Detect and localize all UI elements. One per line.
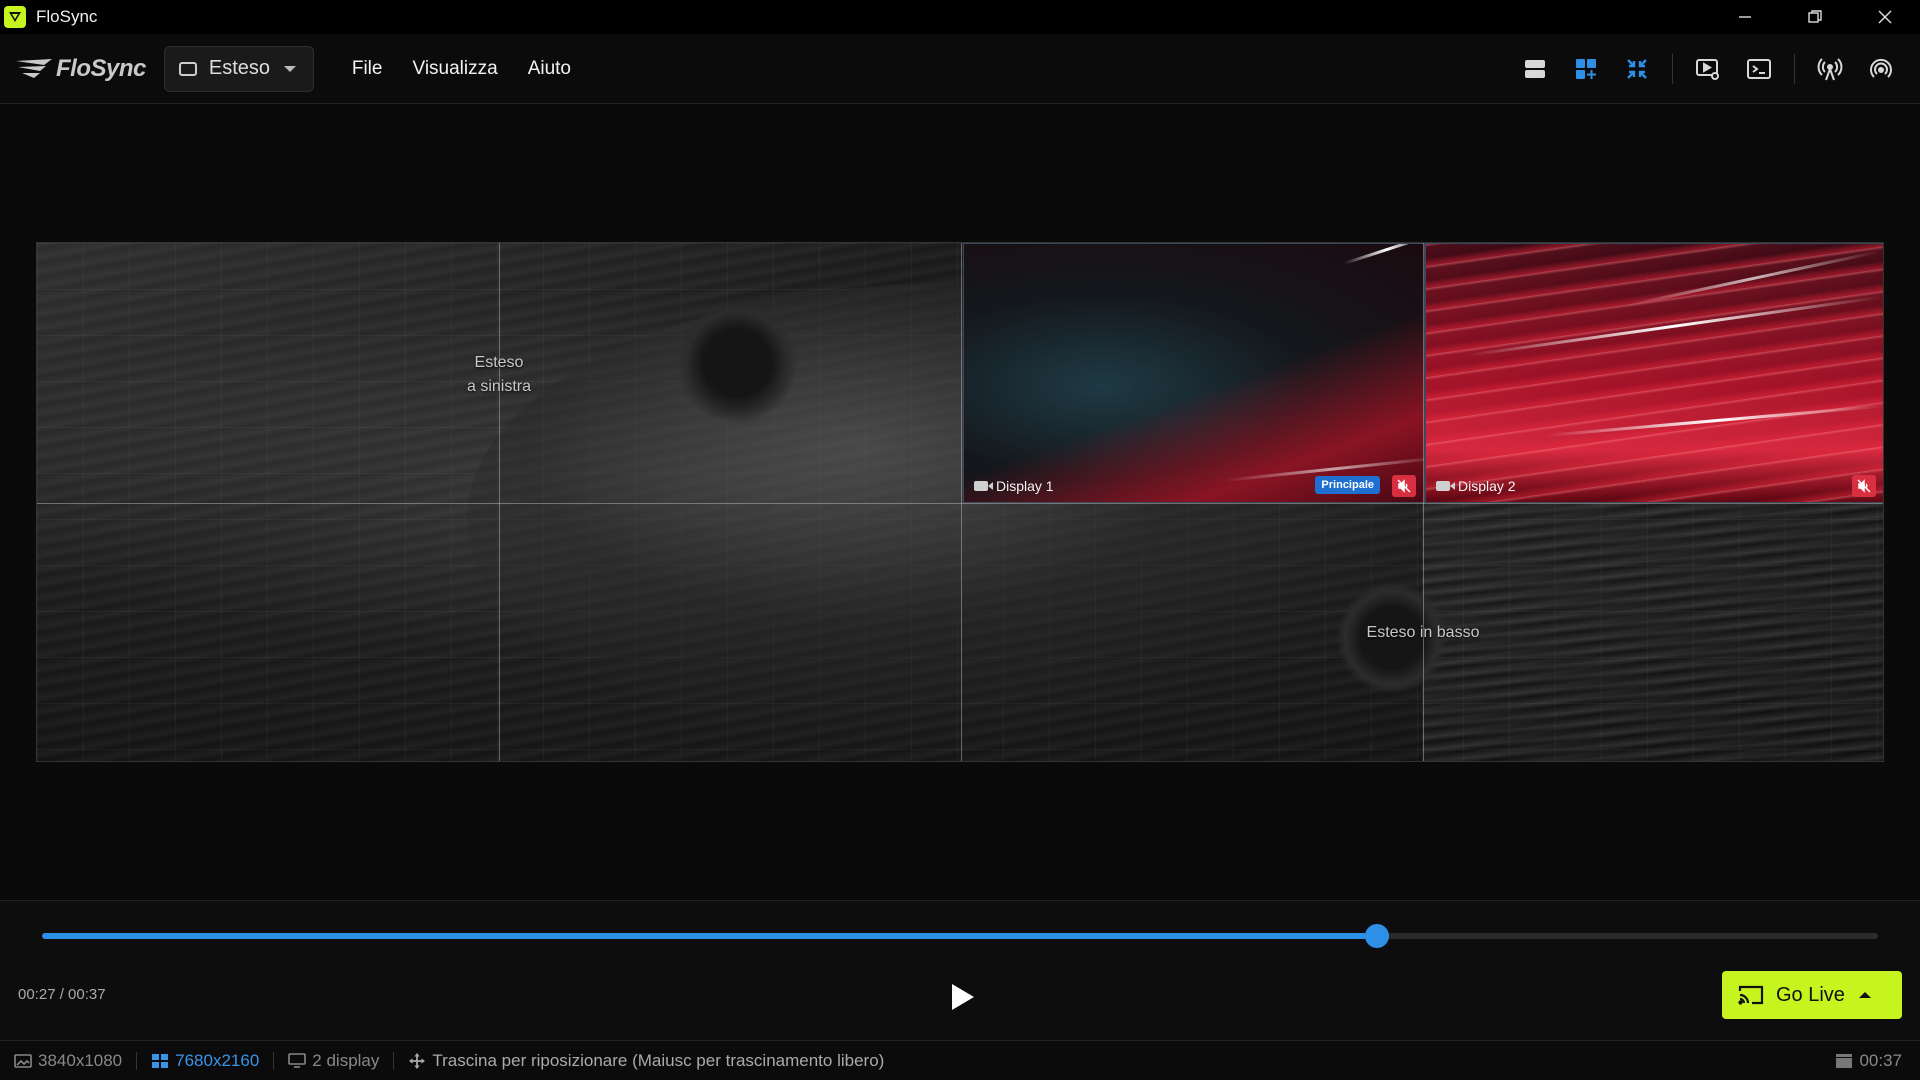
app-icon: [4, 6, 26, 28]
restore-button[interactable]: [1780, 0, 1850, 34]
mode-dropdown-value: Esteso: [208, 57, 271, 79]
menu-file[interactable]: File: [352, 58, 383, 80]
minimize-button[interactable]: [1710, 0, 1780, 34]
primary-badge: Principale: [1315, 476, 1380, 494]
preview-settings-icon: [1696, 59, 1719, 80]
status-bar: 3840x1080 7680x2160 2 display Trascina p…: [0, 1040, 1920, 1080]
chevron-down-icon: [284, 65, 297, 72]
camera-icon: [1436, 481, 1455, 491]
menu-aiuto[interactable]: Aiuto: [528, 58, 571, 80]
brand-name: FloSync: [56, 54, 146, 82]
flosync-logo-icon: [16, 58, 52, 78]
menu-bar: FloSync Esteso File Visualizza Aiuto: [0, 34, 1920, 104]
chevron-up-icon[interactable]: [1858, 992, 1871, 998]
clapperboard-icon: [1836, 1054, 1853, 1068]
monitor-icon: [288, 1052, 307, 1068]
light-streak: [1343, 244, 1424, 265]
display-2-name: Display 2: [1458, 478, 1516, 494]
grid-add-icon: [1576, 59, 1596, 79]
grid-divider-horizontal: [37, 503, 1883, 504]
toolbar-divider: [1794, 54, 1795, 84]
time-readout: 00:27 / 00:37: [18, 986, 106, 1003]
window-title: FloSync: [36, 7, 98, 26]
brand-logo: FloSync: [14, 55, 146, 83]
add-grid-button[interactable]: [1565, 48, 1607, 90]
move-icon: [409, 1052, 426, 1069]
muted-speaker-icon: [1397, 479, 1411, 493]
light-streak: [1625, 249, 1881, 307]
terminal-button[interactable]: [1738, 48, 1780, 90]
status-display-resolution: 3840x1080: [0, 1051, 136, 1071]
go-live-button[interactable]: Go Live: [1722, 971, 1902, 1019]
muted-speaker-icon: [1857, 479, 1871, 493]
playback-panel: 00:27 / 00:37 Go Live: [0, 900, 1920, 1040]
display-2-mute-button[interactable]: [1852, 475, 1876, 497]
region-left-line-1: Esteso: [474, 354, 524, 371]
collapse-icon: [1627, 59, 1647, 79]
region-left-line-2: a sinistra: [466, 378, 532, 395]
minimize-icon: [1739, 16, 1751, 18]
title-bar: FloSync: [0, 0, 1920, 34]
rows-icon: [1525, 60, 1545, 78]
status-hint: Trascina per riposizionare (Maiusc per t…: [394, 1051, 898, 1071]
layout-rows-button[interactable]: [1514, 48, 1556, 90]
collapse-button[interactable]: [1616, 48, 1658, 90]
toolbar: [1505, 34, 1902, 104]
display-2-label: Display 2: [1436, 478, 1516, 494]
close-button[interactable]: [1850, 0, 1920, 34]
broadcast-icon: [1817, 58, 1843, 81]
canvas-resolution-text: 7680x2160: [175, 1050, 260, 1070]
play-button[interactable]: [948, 981, 978, 1013]
play-icon: [952, 984, 974, 1010]
display-count-text: 2 display: [312, 1050, 380, 1070]
restore-icon: [1808, 10, 1822, 23]
signal-button[interactable]: [1860, 48, 1902, 90]
display-1-mute-button[interactable]: [1392, 475, 1416, 497]
menu-visualizza[interactable]: Visualizza: [412, 58, 497, 80]
toolbar-divider: [1672, 54, 1673, 84]
light-streak: [1465, 295, 1883, 357]
image-icon: [14, 1053, 32, 1068]
background-wheel: [677, 303, 797, 423]
monitor-icon: [178, 61, 197, 76]
region-label-left: Esteso a sinistra: [429, 351, 569, 399]
status-duration: 00:37: [1835, 1041, 1902, 1080]
close-icon: [1878, 10, 1892, 24]
status-display-count: 2 display: [274, 1051, 393, 1071]
region-label-bottom: Esteso in basso: [1323, 621, 1523, 645]
region-bottom-text: Esteso in basso: [1366, 624, 1480, 641]
broadcast-button[interactable]: [1809, 48, 1851, 90]
status-canvas-resolution[interactable]: 7680x2160: [137, 1051, 273, 1071]
preview-settings-button[interactable]: [1687, 48, 1729, 90]
grid-icon: [152, 1053, 169, 1068]
duration-text: 00:37: [1859, 1051, 1902, 1070]
terminal-icon: [1747, 59, 1771, 79]
display-2-tile[interactable]: Display 2: [1425, 243, 1883, 503]
signal-icon: [1870, 58, 1892, 78]
timeline-slider[interactable]: [42, 924, 1878, 948]
display-resolution-text: 3840x1080: [38, 1050, 123, 1070]
display-1-label: Display 1: [974, 478, 1054, 494]
display-1-tile[interactable]: Display 1 Principale: [963, 243, 1425, 503]
timeline-thumb[interactable]: [1364, 924, 1389, 948]
timeline-progress: [42, 933, 1377, 939]
camera-icon: [974, 481, 993, 491]
drag-hint-text: Trascina per riposizionare (Maiusc per t…: [432, 1050, 885, 1070]
display-1-name: Display 1: [996, 478, 1054, 494]
cast-icon: [1738, 985, 1764, 1005]
mode-dropdown[interactable]: Esteso: [163, 45, 314, 92]
light-streak: [1545, 404, 1883, 437]
display-canvas[interactable]: Display 1 Principale Display 2 Esteso a …: [36, 242, 1884, 762]
go-live-label: Go Live: [1776, 983, 1845, 1006]
